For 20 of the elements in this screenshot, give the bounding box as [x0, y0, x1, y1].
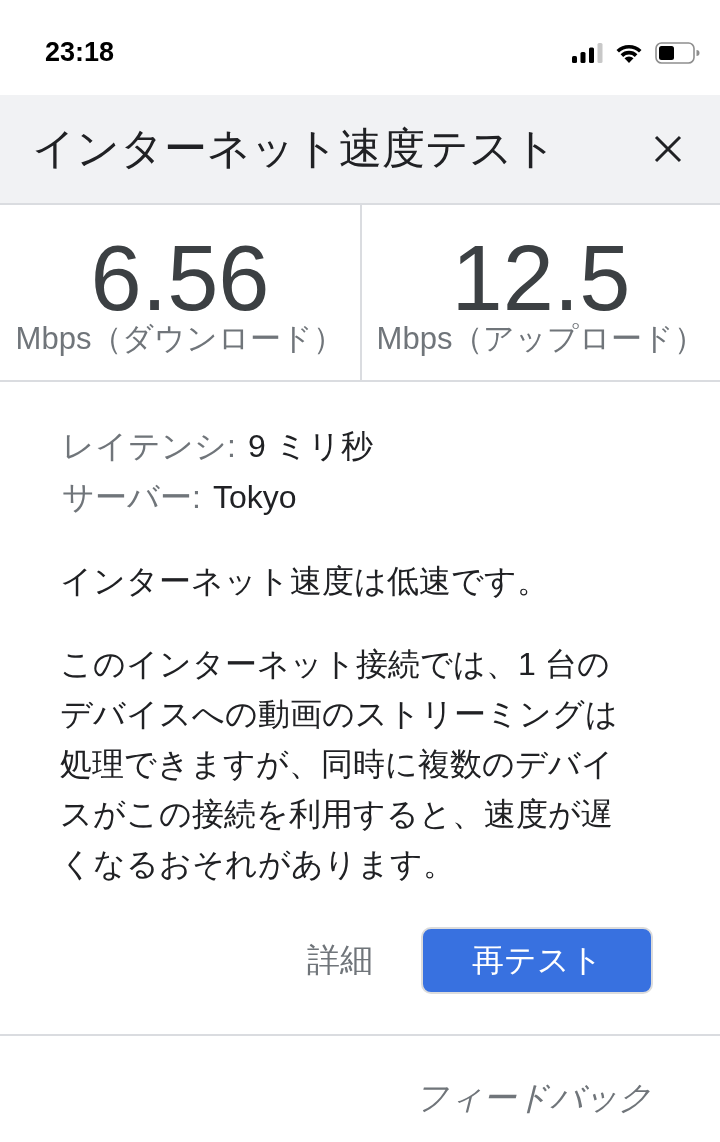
retest-button[interactable]: 再テスト — [421, 927, 653, 994]
battery-icon — [655, 41, 700, 64]
detail-label: レイテンシ: — [62, 427, 236, 466]
feedback-link[interactable]: フィードバック — [415, 1076, 652, 1121]
details-link[interactable]: 詳細 — [307, 938, 373, 983]
speed-value: 6.56 — [90, 237, 270, 320]
status-time: 23:18 — [45, 37, 115, 68]
close-icon — [654, 135, 682, 163]
wifi-icon — [615, 42, 643, 63]
speed-description: このインターネット接続では、1 台のデバイスへの動画のストリーミングは処理できますが、同時に複数のデバイスがこの接続を利用すると、速度が遅くなるおそれがあります。 — [60, 645, 619, 884]
speed-summary: インターネット速度は低速です。 — [60, 562, 550, 601]
speed-unit: Mbps（アップロード） — [376, 319, 706, 357]
detail-value: Tokyo — [212, 478, 297, 517]
detail-value: 9 ミリ秒 — [247, 427, 373, 466]
speed-unit: Mbps（ダウンロード） — [15, 319, 345, 357]
speed-value: 12.5 — [451, 237, 631, 320]
close-button[interactable] — [654, 135, 682, 163]
detail-label: サーバー: — [62, 478, 201, 517]
dialog-title: インターネット速度テスト — [32, 123, 557, 174]
signal-icon — [572, 42, 603, 63]
